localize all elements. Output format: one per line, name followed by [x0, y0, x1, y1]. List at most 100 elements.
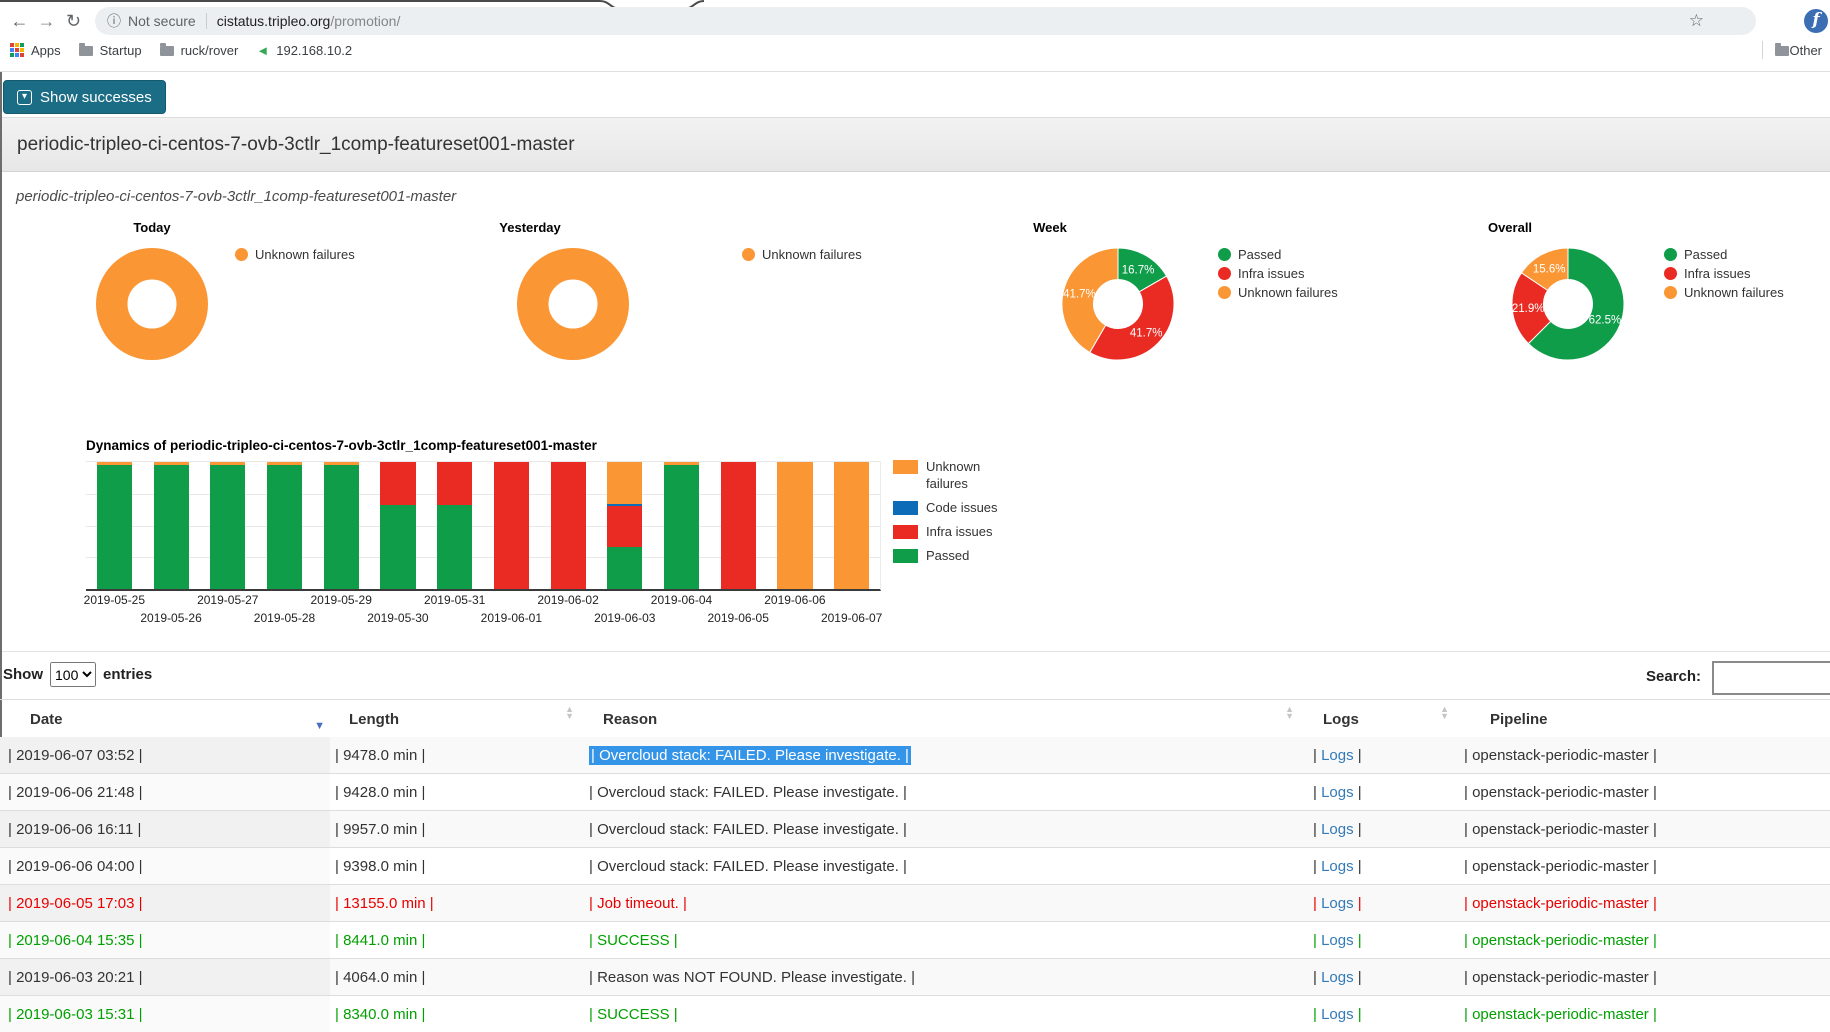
table-row: | 2019-06-07 03:52 || 9478.0 min || Over…	[0, 737, 1830, 774]
bar-segment	[97, 465, 132, 589]
legend-item[interactable]: Infra issues	[1218, 266, 1338, 281]
bookmark-startup[interactable]: Startup	[79, 43, 142, 58]
bookmark-star-icon[interactable]: ☆	[1689, 11, 1704, 31]
folder-icon	[1775, 46, 1789, 56]
donut-legend[interactable]: Passed Infra issues Unknown failures	[1218, 247, 1338, 304]
forward-icon[interactable]: →	[33, 11, 60, 32]
back-icon[interactable]: ←	[6, 11, 33, 32]
donut-legend[interactable]: Unknown failures	[742, 247, 862, 266]
legend-swatch-icon	[893, 460, 918, 474]
bar-segment	[607, 462, 642, 504]
legend-item[interactable]: Passed	[1218, 247, 1338, 262]
table-row: | 2019-06-03 20:21 || 4064.0 min || Reas…	[0, 959, 1830, 996]
bar-slot	[86, 462, 143, 589]
x-axis-tick-label: 2019-06-03	[594, 611, 655, 625]
donut-today	[94, 246, 210, 367]
legend-item[interactable]: Unknown failures	[893, 459, 1004, 493]
bar-slot	[143, 462, 200, 589]
x-axis-tick-label: 2019-05-27	[197, 593, 258, 607]
bookmark-ip[interactable]: ◄ 192.168.10.2	[256, 43, 352, 58]
column-header-reason[interactable]: Reason ▲▼	[580, 700, 1300, 738]
bookmarks-bar: Apps Startup ruck/rover ◄ 192.168.10.2 O…	[0, 37, 1830, 63]
logs-link[interactable]: Logs	[1321, 1006, 1354, 1023]
bar-segment	[154, 465, 189, 589]
logs-link[interactable]: Logs	[1321, 895, 1354, 912]
chart-title: Yesterday	[430, 220, 630, 235]
sort-both-icon[interactable]: ▲▼	[1285, 706, 1294, 720]
x-axis-tick-label: 2019-06-05	[708, 611, 769, 625]
legend-item[interactable]: Unknown failures	[1218, 285, 1338, 300]
bookmark-other[interactable]: Other	[1762, 41, 1822, 59]
show-successes-button[interactable]: ▾ Show successes	[3, 80, 166, 114]
x-axis-tick-label: 2019-05-26	[140, 611, 201, 625]
legend-item[interactable]: Infra issues	[893, 524, 1004, 541]
pipeline-cell: | openstack-periodic-master |	[1455, 848, 1830, 884]
sort-both-icon[interactable]: ▲▼	[1440, 706, 1449, 720]
table-body: | 2019-06-07 03:52 || 9478.0 min || Over…	[0, 737, 1830, 1032]
column-header-logs[interactable]: Logs ▲▼	[1300, 700, 1455, 738]
length-cell: | 4064.0 min |	[330, 959, 580, 995]
donut-legend[interactable]: Unknown failures	[235, 247, 355, 266]
date-cell: | 2019-06-03 20:21 |	[0, 959, 330, 995]
logs-link[interactable]: Logs	[1321, 784, 1354, 801]
legend-item[interactable]: Infra issues	[1664, 266, 1784, 281]
legend-dot-icon	[1664, 286, 1677, 299]
legend-item[interactable]: Unknown failures	[1664, 285, 1784, 300]
x-axis-tick-label: 2019-05-28	[254, 611, 315, 625]
stacked-bar-2019-05-29	[324, 462, 359, 589]
address-bar[interactable]: ⓘ Not secure cistatus.tripleo.org /promo…	[95, 7, 1756, 35]
table-row: | 2019-06-04 15:35 || 8441.0 min || SUCC…	[0, 922, 1830, 959]
search-input[interactable]	[1712, 661, 1830, 695]
bar-segment	[721, 462, 756, 589]
legend-label: Unknown failures	[926, 459, 1004, 493]
sort-both-icon[interactable]: ▲▼	[565, 706, 574, 720]
bookmark-label: Startup	[100, 43, 142, 58]
url-divider	[206, 13, 207, 29]
apps-grid-icon	[10, 43, 24, 57]
length-cell: | 13155.0 min |	[330, 885, 580, 921]
legend-dot-icon	[1218, 267, 1231, 280]
logs-link[interactable]: Logs	[1321, 858, 1354, 875]
bookmark-ruck-rover[interactable]: ruck/rover	[160, 43, 239, 58]
info-icon[interactable]: ⓘ	[107, 11, 121, 31]
fedora-profile-icon[interactable]: f	[1804, 9, 1828, 33]
bar-slot	[596, 462, 653, 589]
browser-window: ← → ↻ ⓘ Not secure cistatus.tripleo.org …	[0, 0, 1830, 1032]
logs-cell: | Logs |	[1300, 959, 1455, 995]
legend-label: Unknown failures	[1684, 285, 1784, 300]
slice-percent-label: 41.7%	[1063, 289, 1096, 301]
legend-item[interactable]: Passed	[1664, 247, 1784, 262]
column-header-length[interactable]: Length ▲▼	[330, 700, 580, 738]
bar-segment	[437, 462, 472, 505]
x-axis-tick-label: 2019-06-02	[537, 593, 598, 607]
legend-dot-icon	[1218, 248, 1231, 261]
legend-item[interactable]: Unknown failures	[742, 247, 862, 262]
donut-legend[interactable]: Passed Infra issues Unknown failures	[1664, 247, 1784, 304]
legend-item[interactable]: Passed	[893, 548, 1004, 565]
legend-label: Passed	[1684, 247, 1727, 262]
date-cell: | 2019-06-06 16:11 |	[0, 811, 330, 847]
bar-segment	[324, 465, 359, 589]
column-header-pipeline[interactable]: Pipeline	[1455, 700, 1830, 738]
logs-link[interactable]: Logs	[1321, 821, 1354, 838]
logs-link[interactable]: Logs	[1321, 747, 1354, 764]
bar-slot	[540, 462, 597, 589]
logs-link[interactable]: Logs	[1321, 969, 1354, 986]
bar-chart-legend[interactable]: Unknown failures Code issues Infra issues P…	[893, 459, 1004, 571]
chart-title: Overall	[1410, 220, 1610, 235]
page-size-select[interactable]: 100	[50, 662, 96, 687]
legend-item[interactable]: Unknown failures	[235, 247, 355, 262]
length-cell: | 9957.0 min |	[330, 811, 580, 847]
column-header-date[interactable]: Date ▼	[0, 700, 330, 738]
legend-swatch-icon	[893, 525, 918, 539]
logs-link[interactable]: Logs	[1321, 932, 1354, 949]
reload-icon[interactable]: ↻	[60, 11, 87, 32]
donut-week: 16.7%41.7%41.7%	[1060, 246, 1176, 367]
legend-label: Code issues	[926, 500, 1004, 517]
selected-text: | Overcloud stack: FAILED. Please invest…	[589, 746, 911, 765]
table-row: | 2019-06-06 16:11 || 9957.0 min || Over…	[0, 811, 1830, 848]
bookmark-apps[interactable]: Apps	[10, 43, 61, 58]
legend-item[interactable]: Code issues	[893, 500, 1004, 517]
sort-desc-icon[interactable]: ▼	[314, 720, 325, 732]
bar-slot	[767, 462, 824, 589]
